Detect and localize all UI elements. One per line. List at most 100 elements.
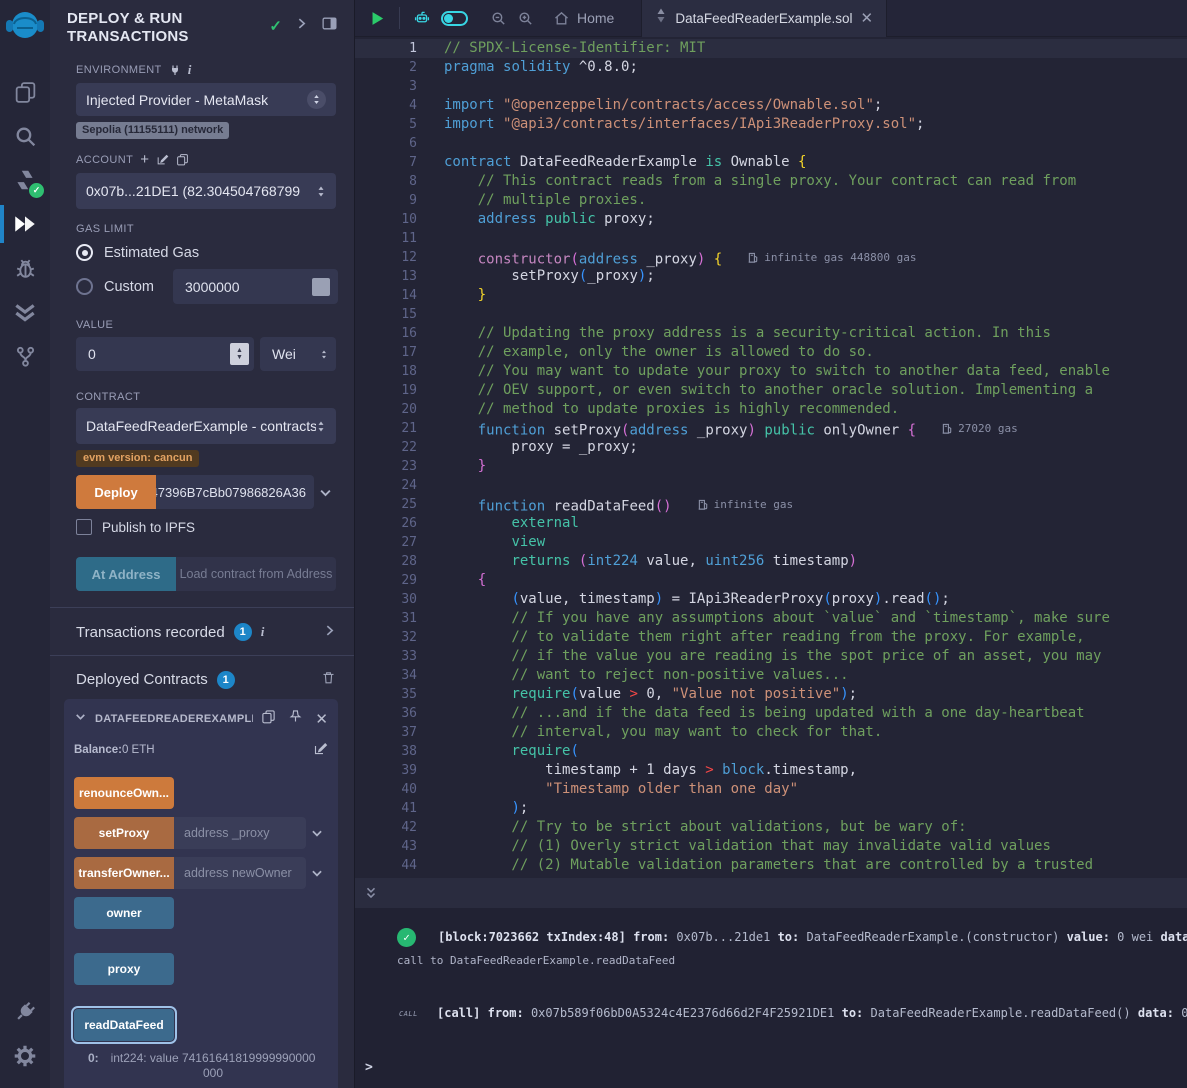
transfer-ownership-button[interactable]: transferOwner...: [74, 857, 174, 889]
code-line-41: 41 );: [355, 799, 1187, 818]
environment-select[interactable]: Injected Provider - MetaMask: [76, 83, 336, 116]
file-explorer-icon[interactable]: [0, 70, 50, 114]
output-value-0: int224: value 74161641819999990000000: [110, 1051, 316, 1081]
deploy-arg-input[interactable]: 0947396B7cBb07986826A36: [156, 475, 314, 509]
code-editor[interactable]: 1// SPDX-License-Identifier: MIT2pragma …: [355, 37, 1187, 878]
gas-custom-input[interactable]: 3000000: [173, 269, 338, 304]
tx-info-icon[interactable]: i: [261, 624, 265, 640]
static-analysis-icon[interactable]: [0, 290, 50, 334]
set-proxy-input[interactable]: address _proxy: [174, 817, 306, 849]
home-tab-icon[interactable]: [553, 10, 570, 27]
deploy-run-icon[interactable]: [0, 202, 50, 246]
set-proxy-expand-chevron[interactable]: [306, 817, 328, 849]
run-script-icon[interactable]: [369, 10, 386, 27]
gas-estimate-annotation: infinite gas: [698, 495, 793, 514]
transfer-ownership-expand-chevron[interactable]: [306, 857, 328, 889]
code-line-28: 28 returns (int224 value, uint256 timest…: [355, 552, 1187, 571]
renounce-ownership-button[interactable]: renounceOwn...: [74, 777, 174, 809]
code-line-26: 26 external: [355, 514, 1187, 533]
zoom-in-icon[interactable]: [517, 10, 534, 27]
search-icon[interactable]: [0, 114, 50, 158]
deploy-expand-chevron[interactable]: [314, 475, 336, 509]
account-select[interactable]: 0x07b...21DE1 (82.304504768799: [76, 173, 336, 209]
add-account-icon[interactable]: +: [140, 151, 149, 168]
read-data-feed-button[interactable]: readDataFeed: [74, 1009, 174, 1041]
terminal-call-entry[interactable]: CALL [call] from: 0x07b589f06bD0A5324c4E…: [399, 1005, 1187, 1022]
code-line-1: 1// SPDX-License-Identifier: MIT: [355, 39, 1187, 58]
pin-contract-icon[interactable]: [288, 709, 303, 729]
code-line-31: 31 // If you have any assumptions about …: [355, 609, 1187, 628]
code-line-8: 8 // This contract reads from a single p…: [355, 172, 1187, 191]
copy-account-icon[interactable]: [176, 153, 189, 166]
terminal-prompt[interactable]: >: [365, 1060, 373, 1075]
transfer-ownership-input[interactable]: address newOwner: [174, 857, 306, 889]
tx-count-badge: 1: [234, 623, 252, 641]
code-line-17: 17 // example, only the owner is allowed…: [355, 343, 1187, 362]
code-line-2: 2pragma solidity ^0.8.0;: [355, 58, 1187, 77]
git-icon[interactable]: [0, 334, 50, 378]
contract-select[interactable]: DataFeedReaderExample - contracts: [76, 408, 336, 444]
zoom-out-icon[interactable]: [490, 10, 507, 27]
code-line-7: 7contract DataFeedReaderExample is Ownab…: [355, 153, 1187, 172]
transactions-recorded-row[interactable]: Transactions recorded 1 i: [76, 623, 336, 641]
edit-account-icon[interactable]: [156, 153, 169, 166]
code-line-25: 25 function readDataFeed()infinite gas: [355, 495, 1187, 514]
code-line-16: 16 // Updating the proxy address is a se…: [355, 324, 1187, 343]
proxy-button[interactable]: proxy: [74, 953, 174, 985]
trash-icon[interactable]: [321, 670, 336, 689]
settings-gear-icon[interactable]: [0, 1034, 50, 1078]
value-unit-select[interactable]: Wei: [260, 337, 336, 371]
terminal-expand-icon[interactable]: [364, 886, 378, 900]
copy-address-icon[interactable]: [261, 709, 276, 729]
code-line-21: 21 function setProxy(address _proxy) pub…: [355, 419, 1187, 438]
environment-select-caret[interactable]: [307, 90, 326, 109]
debugger-icon[interactable]: [0, 246, 50, 290]
tab-datafeedreaderexample[interactable]: DataFeedReaderExample.sol ✕: [641, 0, 887, 37]
code-line-15: 15: [355, 305, 1187, 324]
pin-panel-icon[interactable]: [321, 15, 338, 37]
copilot-toggle[interactable]: [441, 11, 468, 26]
panel-forward-icon[interactable]: [295, 17, 308, 35]
value-stepper[interactable]: ▲▼: [230, 343, 249, 365]
plugin-manager-icon[interactable]: [0, 990, 50, 1034]
output-row-0: 0: int224: value 74161641819999990000000: [88, 1051, 328, 1081]
code-line-27: 27 view: [355, 533, 1187, 552]
gas-estimated-option[interactable]: Estimated Gas: [76, 244, 338, 261]
tab-close-icon[interactable]: ✕: [860, 9, 873, 27]
plug-icon[interactable]: [169, 64, 181, 76]
publish-ipfs-checkbox[interactable]: [76, 519, 92, 535]
value-input[interactable]: 0 ▲▼: [76, 337, 254, 371]
gas-estimate-annotation: infinite gas 448800 gas: [748, 248, 916, 267]
remix-logo-icon[interactable]: [0, 0, 50, 56]
at-address-input[interactable]: Load contract from Address: [176, 557, 336, 591]
edit-balance-icon[interactable]: [313, 741, 328, 759]
tx-success-icon: ✓: [397, 928, 416, 947]
deployed-count-badge: 1: [217, 671, 235, 689]
owner-button[interactable]: owner: [74, 897, 174, 929]
at-address-button[interactable]: At Address: [76, 557, 176, 591]
call-tag: CALL: [399, 1010, 419, 1018]
home-tab-label[interactable]: Home: [577, 10, 614, 26]
radio-estimated[interactable]: [76, 244, 93, 261]
close-contract-icon[interactable]: ✕: [315, 710, 328, 728]
radio-custom[interactable]: [76, 278, 93, 295]
set-proxy-button[interactable]: setProxy: [74, 817, 174, 849]
environment-info-icon[interactable]: i: [188, 62, 192, 78]
deployed-contracts-label: Deployed Contracts: [76, 671, 208, 688]
code-line-37: 37 // interval, you may want to check fo…: [355, 723, 1187, 742]
deployed-contract-name[interactable]: DATAFEEDREADEREXAMPLE A: [95, 713, 253, 725]
deployed-contract-card: DATAFEEDREADEREXAMPLE A ✕ Balance: 0 ETH…: [64, 699, 338, 1088]
terminal[interactable]: ✓ [block:7023662 txIndex:48] from: 0x07b…: [355, 908, 1187, 1088]
balance-value: 0 ETH: [122, 744, 155, 756]
solidity-compiler-icon[interactable]: ✓: [0, 158, 50, 202]
card-collapse-chevron[interactable]: [74, 710, 87, 728]
tx-expand-chevron[interactable]: [323, 624, 336, 641]
account-select-caret: [316, 185, 326, 198]
ai-assistant-icon[interactable]: [413, 9, 431, 27]
terminal-tx-entry[interactable]: ✓ [block:7023662 txIndex:48] from: 0x07b…: [397, 928, 1187, 947]
publish-ipfs-row[interactable]: Publish to IPFS: [76, 519, 338, 535]
solidity-file-icon: [655, 8, 667, 28]
gas-custom-option[interactable]: Custom: [76, 278, 173, 295]
deploy-button[interactable]: Deploy: [76, 475, 156, 509]
code-line-9: 9 // multiple proxies.: [355, 191, 1187, 210]
